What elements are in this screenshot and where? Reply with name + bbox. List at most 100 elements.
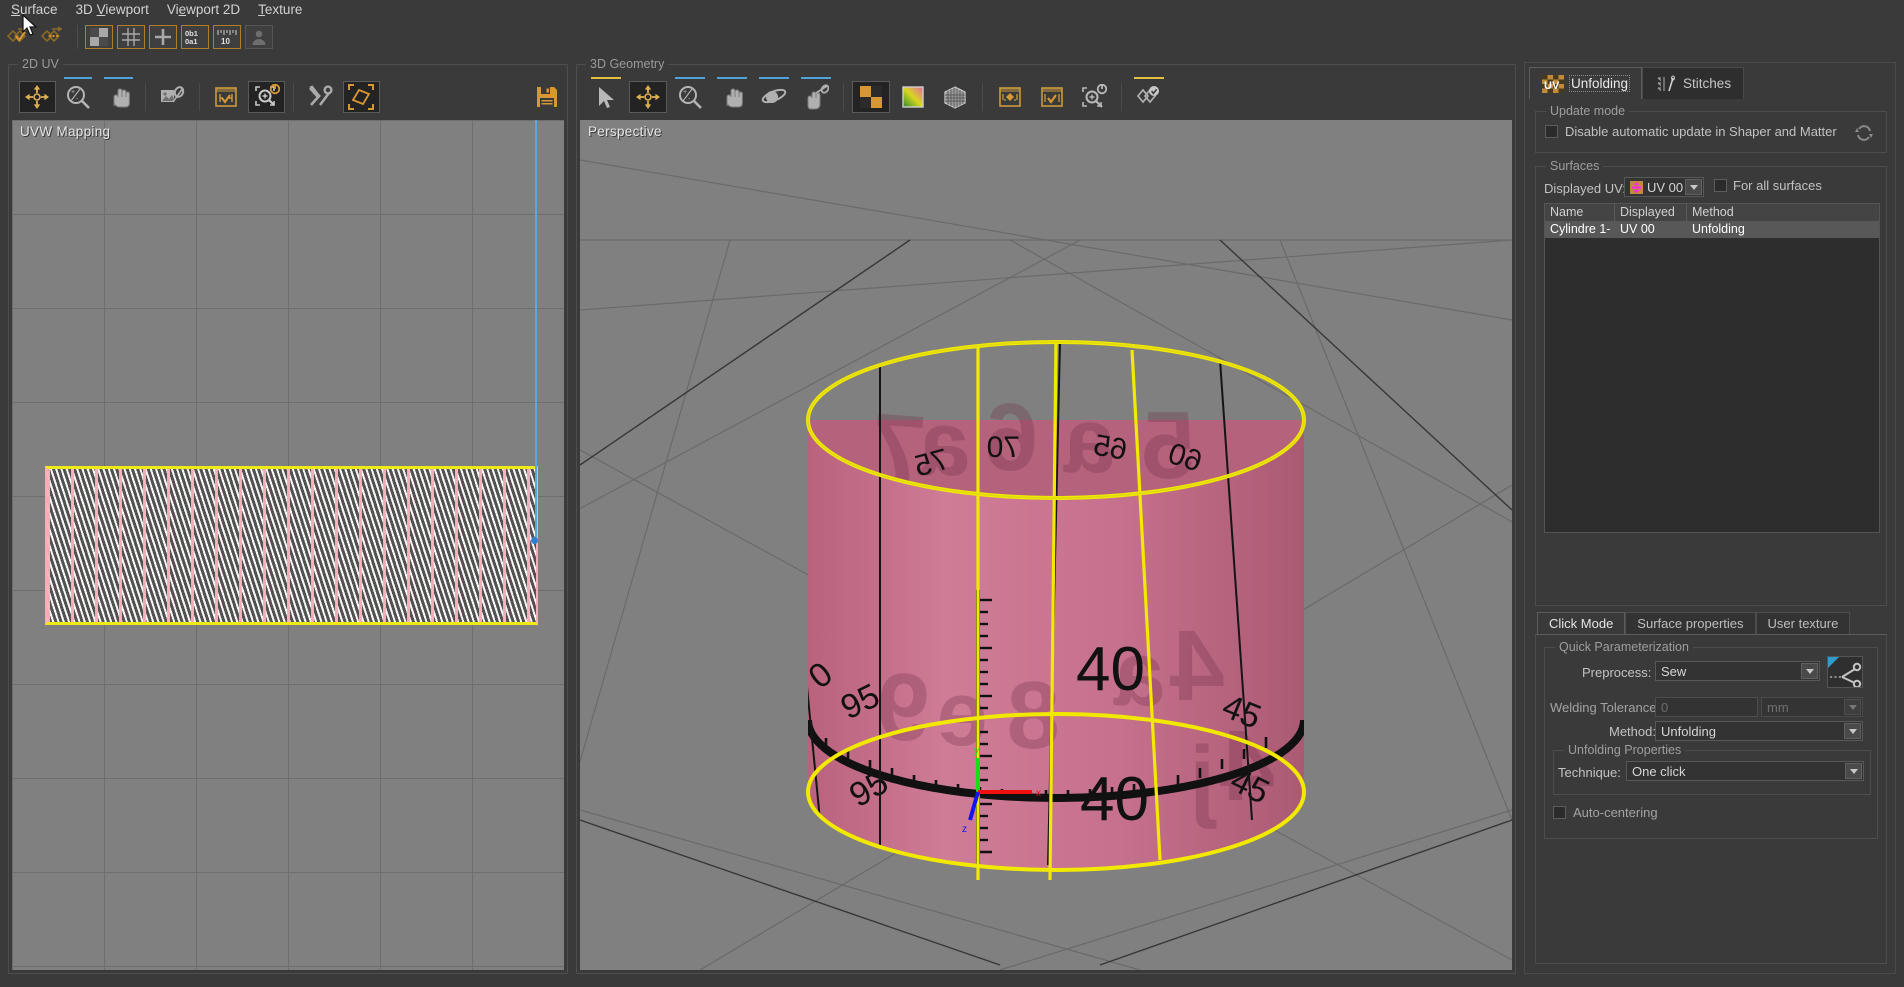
- method-select[interactable]: Unfolding: [1655, 721, 1863, 741]
- surfaces-label: Surfaces: [1546, 159, 1603, 173]
- column-header-name[interactable]: Name: [1545, 204, 1615, 221]
- welding-unit-select[interactable]: mm: [1761, 697, 1863, 717]
- fly-icon[interactable]: [797, 81, 835, 113]
- scissors-button[interactable]: [1827, 656, 1863, 688]
- gradient-shading-icon[interactable]: [894, 81, 932, 113]
- tab-stitches[interactable]: Stitches: [1642, 67, 1744, 99]
- chevron-down-icon[interactable]: [1844, 723, 1861, 739]
- column-header-displayed-uv[interactable]: Displayed UV: [1615, 204, 1687, 221]
- for-all-surfaces-label: For all surfaces: [1733, 178, 1822, 193]
- user-texture-icon[interactable]: [245, 25, 273, 49]
- tab-unfolding-label: Unfolding: [1570, 76, 1629, 91]
- refresh-icon[interactable]: [1854, 123, 1874, 143]
- preprocess-value: Sew: [1661, 664, 1686, 679]
- for-all-surfaces-checkbox[interactable]: [1714, 179, 1727, 192]
- show-mesh-icon[interactable]: [208, 81, 245, 113]
- uv-frame-icon[interactable]: [343, 81, 380, 113]
- svg-text:40: 40: [1080, 765, 1149, 834]
- move-3d-icon[interactable]: [629, 81, 667, 113]
- validate-selection-icon[interactable]: [1033, 81, 1071, 113]
- right-dock-panel: UV Unfolding Stitches: [1524, 62, 1896, 974]
- disable-auto-update-checkbox[interactable]: [1545, 125, 1558, 138]
- svg-text:70: 70: [987, 431, 1020, 464]
- zoom-uv-icon[interactable]: + -: [60, 81, 97, 113]
- surfaces-table[interactable]: Name Displayed UV Method Cylindre 1-1 UV…: [1544, 203, 1880, 533]
- chevron-down-icon[interactable]: [1845, 763, 1862, 779]
- texture-link-icon[interactable]: [154, 81, 191, 113]
- auto-centering-label: Auto-centering: [1573, 805, 1658, 820]
- zoom-extents-power-icon[interactable]: [248, 81, 285, 113]
- cross-texture-icon[interactable]: [149, 25, 177, 49]
- uv2d-viewport[interactable]: UVW Mapping v u: [12, 120, 564, 970]
- chevron-down-icon[interactable]: [1801, 663, 1818, 679]
- toolbar-separator: [293, 83, 294, 111]
- zoom-power-icon[interactable]: [1075, 81, 1113, 113]
- grid-texture-icon[interactable]: [117, 25, 145, 49]
- label-texture-icon[interactable]: 0b1 0a1: [181, 25, 209, 49]
- chevron-down-icon[interactable]: [1685, 179, 1702, 195]
- method-label: Method:: [1609, 724, 1656, 739]
- unfold-check-icon[interactable]: [1130, 81, 1168, 113]
- toolbar-separator: [77, 25, 78, 49]
- uv2d-panel-title: 2D UV: [18, 57, 63, 71]
- svg-text:UV: UV: [1544, 80, 1560, 92]
- click-mode-body: Quick Parameterization Preprocess: Sew: [1535, 634, 1887, 964]
- save-icon[interactable]: [528, 81, 565, 113]
- uv-checker-icon: UV: [1542, 75, 1564, 93]
- ruler-texture-icon[interactable]: 10: [213, 25, 241, 49]
- tab-surface-properties[interactable]: Surface properties: [1625, 612, 1755, 635]
- displayed-uv-value: UV 00: [1647, 180, 1683, 195]
- orbit-icon[interactable]: [755, 81, 793, 113]
- svg-text:0a1: 0a1: [185, 37, 198, 46]
- toolbar-separator: [199, 83, 200, 111]
- center-selection-icon[interactable]: [991, 81, 1029, 113]
- menu-viewport-2d[interactable]: Viewport 2D: [158, 0, 249, 20]
- welding-tolerance-input[interactable]: 0: [1655, 697, 1758, 717]
- geo3d-viewport[interactable]: 7 a 6 a 5 9 e 8 4 a 4 j: [580, 120, 1512, 970]
- column-header-method[interactable]: Method: [1687, 204, 1877, 221]
- scissors-icon: [1828, 657, 1862, 687]
- select-arrow-icon[interactable]: [587, 81, 625, 113]
- unfolding-properties-label: Unfolding Properties: [1564, 743, 1685, 757]
- geo3d-panel-title: 3D Geometry: [586, 57, 668, 71]
- checker-shading-icon[interactable]: [852, 81, 890, 113]
- preprocess-select[interactable]: Sew: [1655, 661, 1820, 681]
- pan-3d-icon[interactable]: [713, 81, 751, 113]
- tools-icon[interactable]: [302, 81, 339, 113]
- menu-texture[interactable]: Texture: [249, 0, 311, 20]
- displayed-uv-select[interactable]: UV 00: [1624, 177, 1704, 197]
- table-row[interactable]: Cylindre 1-1 UV 00 Unfolding: [1545, 221, 1879, 238]
- toolbar-separator: [145, 83, 146, 111]
- technique-select[interactable]: One click: [1626, 761, 1864, 781]
- pan-uv-icon[interactable]: [100, 81, 137, 113]
- uv-swatch-icon: [1630, 181, 1643, 194]
- uv-cursor-handle[interactable]: [531, 537, 538, 544]
- quick-parameterization-label: Quick Parameterization: [1555, 640, 1693, 654]
- uv-mesh-patch[interactable]: [45, 466, 538, 625]
- welding-tolerance-value: 0: [1661, 700, 1668, 715]
- svg-text:+: +: [683, 89, 687, 96]
- tab-unfolding[interactable]: UV Unfolding: [1529, 67, 1642, 99]
- toolbar-separator: [843, 83, 844, 111]
- mouse-cursor: [22, 14, 42, 40]
- svg-text:4: 4: [1169, 610, 1225, 722]
- technique-value: One click: [1632, 764, 1685, 779]
- wireframe-icon[interactable]: [936, 81, 974, 113]
- stitches-icon: [1655, 75, 1677, 93]
- chevron-down-icon[interactable]: [1844, 699, 1861, 715]
- svg-text:10: 10: [221, 37, 230, 46]
- svg-text:x: x: [1036, 788, 1041, 799]
- technique-label: Technique:: [1558, 765, 1621, 780]
- zoom-3d-icon[interactable]: + -: [671, 81, 709, 113]
- checker-texture-icon[interactable]: [85, 25, 113, 49]
- surfaces-group: Surfaces Displayed UV: UV 00 For all sur…: [1535, 166, 1887, 606]
- tab-user-texture[interactable]: User texture: [1756, 612, 1851, 635]
- auto-centering-checkbox[interactable]: [1553, 806, 1566, 819]
- menu-3d-viewport[interactable]: 3D Viewport: [67, 0, 158, 20]
- geo3d-panel: 3D Geometry: [576, 64, 1516, 974]
- apply-options-icon[interactable]: [40, 24, 70, 50]
- move-uv-icon[interactable]: [19, 81, 56, 113]
- tab-click-mode[interactable]: Click Mode: [1537, 612, 1625, 635]
- cell-displayed-uv: UV 00: [1615, 221, 1687, 238]
- svg-text:y: y: [974, 746, 979, 757]
